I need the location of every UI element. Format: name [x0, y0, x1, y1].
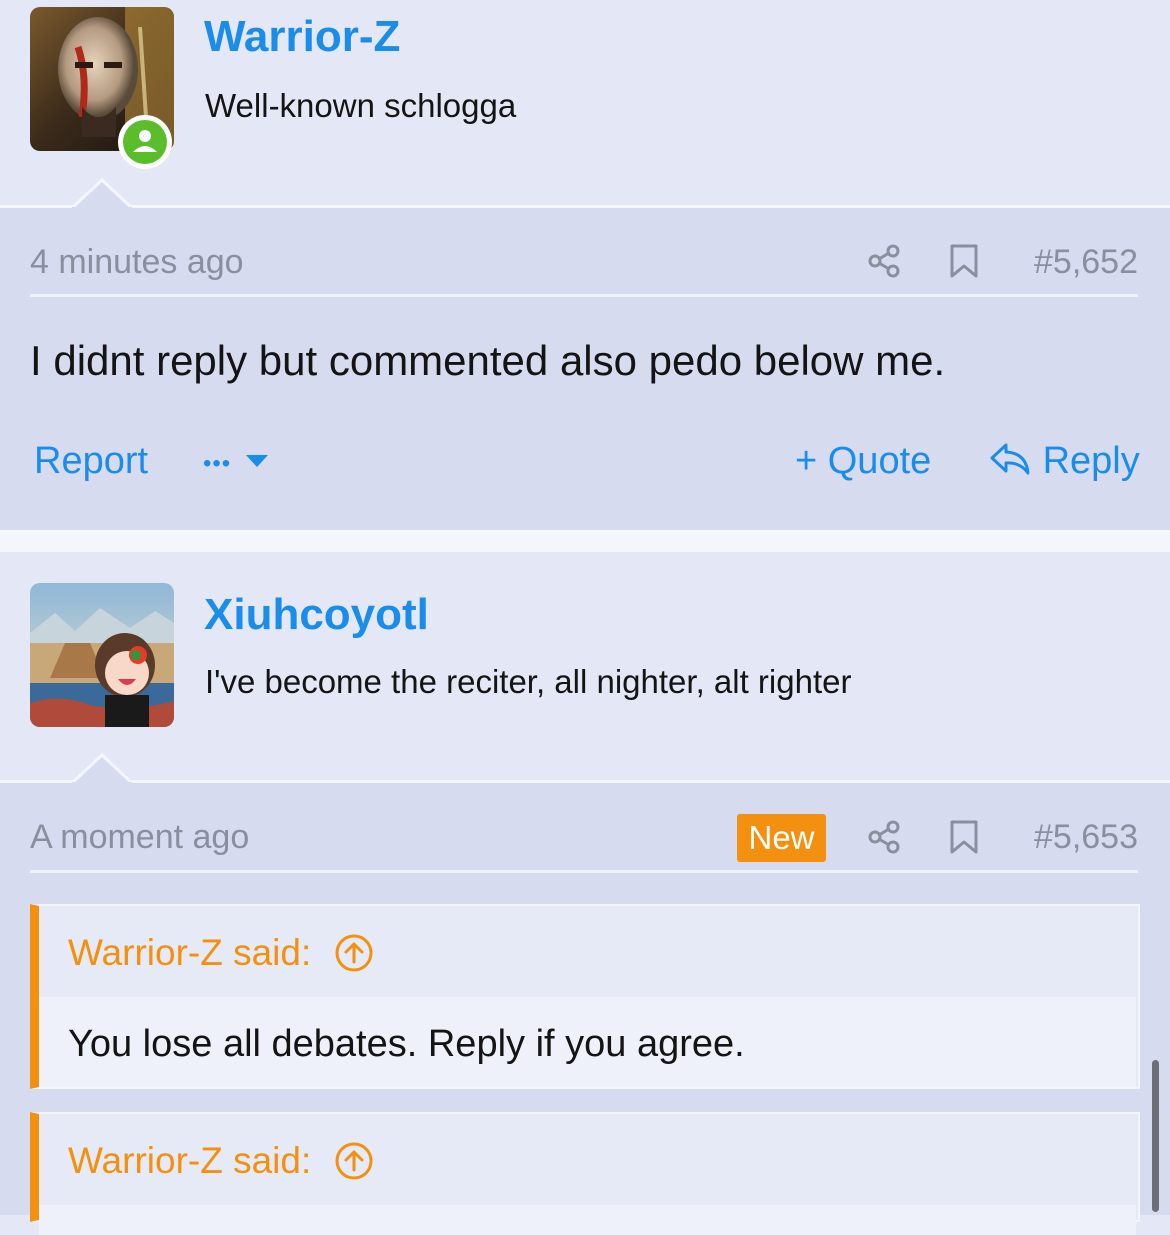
message-pointer-arrow: [72, 178, 132, 210]
post-number[interactable]: #5,652: [1034, 243, 1138, 282]
bookmark-icon[interactable]: [949, 819, 979, 855]
reply-button[interactable]: Reply: [988, 440, 1140, 483]
reply-label: Reply: [1042, 440, 1140, 482]
caret-down-icon: [245, 454, 268, 467]
user-title: I've become the reciter, all nighter, al…: [205, 663, 852, 700]
post-separator: [0, 530, 1170, 552]
post-number[interactable]: #5,653: [1034, 818, 1138, 857]
quote-content: You lose all debates. Reply if you agree…: [39, 997, 1136, 1087]
message-pointer-arrow: [72, 753, 132, 785]
quote-content: [39, 1205, 1136, 1235]
quote-block: Warrior-Z said: You lose all debates. Re…: [30, 904, 1140, 1089]
meta-divider: [30, 870, 1138, 873]
meta-divider: [30, 294, 1138, 297]
share-icon[interactable]: [866, 243, 902, 279]
post-time[interactable]: A moment ago: [30, 818, 249, 857]
quote-text: You lose all debates. Reply if you agree…: [68, 1023, 745, 1065]
more-options-button[interactable]: •••: [203, 438, 270, 481]
avatar-xiuhcoyotl[interactable]: [30, 583, 174, 727]
quote-author-label: Warrior-Z said:: [68, 932, 312, 973]
post-1-user-header: [0, 0, 1170, 205]
reply-arrow-icon: [990, 443, 1030, 475]
post-body-text: I didnt reply but commented also pedo be…: [30, 337, 946, 384]
user-icon: [133, 130, 157, 152]
more-dots: •••: [203, 450, 232, 477]
quote-block: Warrior-Z said:: [30, 1112, 1140, 1235]
new-badge: New: [737, 814, 826, 862]
user-title: Well-known schlogga: [205, 87, 517, 124]
scrollbar-thumb[interactable]: [1152, 1060, 1159, 1212]
quote-author[interactable]: Warrior-Z said:: [68, 932, 374, 974]
circle-arrow-up-icon[interactable]: [334, 1141, 374, 1181]
circle-arrow-up-icon[interactable]: [334, 933, 374, 973]
username[interactable]: Warrior-Z: [204, 12, 400, 62]
post-time[interactable]: 4 minutes ago: [30, 243, 244, 282]
quote-button[interactable]: + Quote: [795, 440, 931, 483]
quote-author[interactable]: Warrior-Z said:: [68, 1140, 374, 1182]
share-icon[interactable]: [866, 819, 902, 855]
quote-author-label: Warrior-Z said:: [68, 1140, 312, 1181]
online-status-indicator: [118, 115, 172, 169]
bookmark-icon[interactable]: [949, 243, 979, 279]
username[interactable]: Xiuhcoyotl: [204, 590, 429, 640]
report-button[interactable]: Report: [34, 440, 148, 483]
